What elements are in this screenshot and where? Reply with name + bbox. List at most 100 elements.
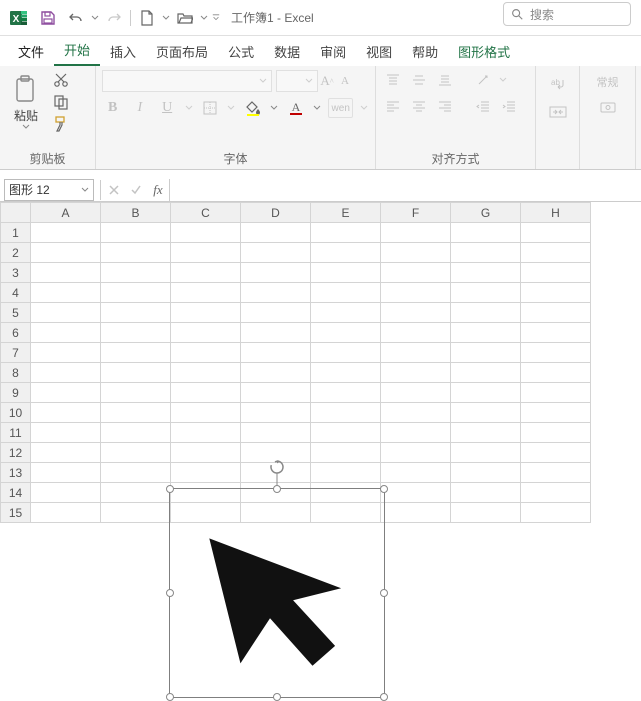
resize-handle-n[interactable]	[273, 485, 281, 493]
paste-button[interactable]: 粘贴	[6, 75, 46, 130]
row-header[interactable]: 11	[1, 423, 31, 443]
cell[interactable]	[171, 223, 241, 243]
decrease-font-button[interactable]: A	[336, 71, 354, 91]
row-header[interactable]: 12	[1, 443, 31, 463]
resize-handle-se[interactable]	[380, 693, 388, 701]
increase-font-button[interactable]: A^	[318, 71, 336, 91]
row-header[interactable]: 1	[1, 223, 31, 243]
save-button[interactable]	[36, 6, 60, 30]
cell[interactable]	[381, 403, 451, 423]
cell[interactable]	[31, 303, 101, 323]
align-left-button[interactable]	[382, 96, 404, 116]
cell[interactable]	[311, 343, 381, 363]
cell[interactable]	[241, 323, 311, 343]
font-color-dropdown[interactable]	[312, 104, 322, 112]
cell[interactable]	[171, 303, 241, 323]
cell[interactable]	[101, 303, 171, 323]
cell[interactable]	[311, 383, 381, 403]
cell[interactable]	[101, 283, 171, 303]
cell[interactable]	[381, 363, 451, 383]
cell[interactable]	[521, 503, 591, 523]
cell[interactable]	[381, 463, 451, 483]
orientation-dropdown[interactable]	[498, 76, 508, 84]
phonetic-dropdown[interactable]	[359, 104, 369, 112]
row-header[interactable]: 14	[1, 483, 31, 503]
cell[interactable]	[171, 443, 241, 463]
cell[interactable]	[311, 283, 381, 303]
cell[interactable]	[521, 303, 591, 323]
cell[interactable]	[31, 383, 101, 403]
cell[interactable]	[521, 383, 591, 403]
cell[interactable]	[521, 403, 591, 423]
cell[interactable]	[311, 463, 381, 483]
cell[interactable]	[381, 303, 451, 323]
cell[interactable]	[381, 263, 451, 283]
cell[interactable]	[521, 443, 591, 463]
col-header[interactable]: G	[451, 203, 521, 223]
row-header[interactable]: 4	[1, 283, 31, 303]
cell[interactable]	[381, 503, 451, 523]
italic-button[interactable]: I	[129, 98, 150, 118]
rotation-handle[interactable]	[269, 459, 285, 475]
row-header[interactable]: 7	[1, 343, 31, 363]
row-header[interactable]: 2	[1, 243, 31, 263]
cell[interactable]	[101, 423, 171, 443]
cell[interactable]	[171, 343, 241, 363]
cell[interactable]	[241, 403, 311, 423]
cell[interactable]	[241, 423, 311, 443]
cell[interactable]	[381, 383, 451, 403]
resize-handle-sw[interactable]	[166, 693, 174, 701]
borders-button[interactable]	[199, 98, 220, 118]
underline-button[interactable]: U	[157, 98, 178, 118]
col-header[interactable]: F	[381, 203, 451, 223]
cell[interactable]	[101, 503, 171, 523]
row-header[interactable]: 5	[1, 303, 31, 323]
row-header[interactable]: 13	[1, 463, 31, 483]
font-color-button[interactable]: A	[285, 98, 306, 118]
cell[interactable]	[311, 423, 381, 443]
cell[interactable]	[241, 283, 311, 303]
cell[interactable]	[381, 423, 451, 443]
cell[interactable]	[101, 463, 171, 483]
tab-formulas[interactable]: 公式	[218, 36, 264, 66]
open-dropdown[interactable]	[199, 14, 209, 22]
col-header[interactable]: C	[171, 203, 241, 223]
cell[interactable]	[381, 323, 451, 343]
row-header[interactable]: 3	[1, 263, 31, 283]
cell[interactable]	[381, 223, 451, 243]
cell[interactable]	[171, 263, 241, 283]
cell[interactable]	[101, 343, 171, 363]
cell[interactable]	[101, 483, 171, 503]
cell[interactable]	[241, 343, 311, 363]
cell[interactable]	[31, 463, 101, 483]
bold-button[interactable]: B	[102, 98, 123, 118]
cell[interactable]	[31, 323, 101, 343]
cell[interactable]	[451, 243, 521, 263]
new-file-dropdown[interactable]	[161, 14, 171, 22]
currency-button[interactable]	[597, 98, 619, 118]
cell[interactable]	[521, 483, 591, 503]
cell[interactable]	[521, 323, 591, 343]
row-header[interactable]: 8	[1, 363, 31, 383]
cell[interactable]	[31, 283, 101, 303]
cell[interactable]	[31, 343, 101, 363]
col-header[interactable]: D	[241, 203, 311, 223]
resize-handle-e[interactable]	[380, 589, 388, 597]
undo-dropdown[interactable]	[90, 14, 100, 22]
cell[interactable]	[521, 243, 591, 263]
cell[interactable]	[311, 363, 381, 383]
increase-indent-button[interactable]	[498, 96, 520, 116]
cell[interactable]	[171, 383, 241, 403]
align-right-button[interactable]	[434, 96, 456, 116]
cell[interactable]	[451, 403, 521, 423]
cell[interactable]	[451, 483, 521, 503]
row-header[interactable]: 10	[1, 403, 31, 423]
enter-formula-button[interactable]	[125, 179, 147, 201]
cell[interactable]	[31, 483, 101, 503]
resize-handle-w[interactable]	[166, 589, 174, 597]
font-size-select[interactable]	[276, 70, 318, 92]
cell[interactable]	[101, 323, 171, 343]
cell[interactable]	[381, 283, 451, 303]
align-center-button[interactable]	[408, 96, 430, 116]
align-top-button[interactable]	[382, 70, 404, 90]
